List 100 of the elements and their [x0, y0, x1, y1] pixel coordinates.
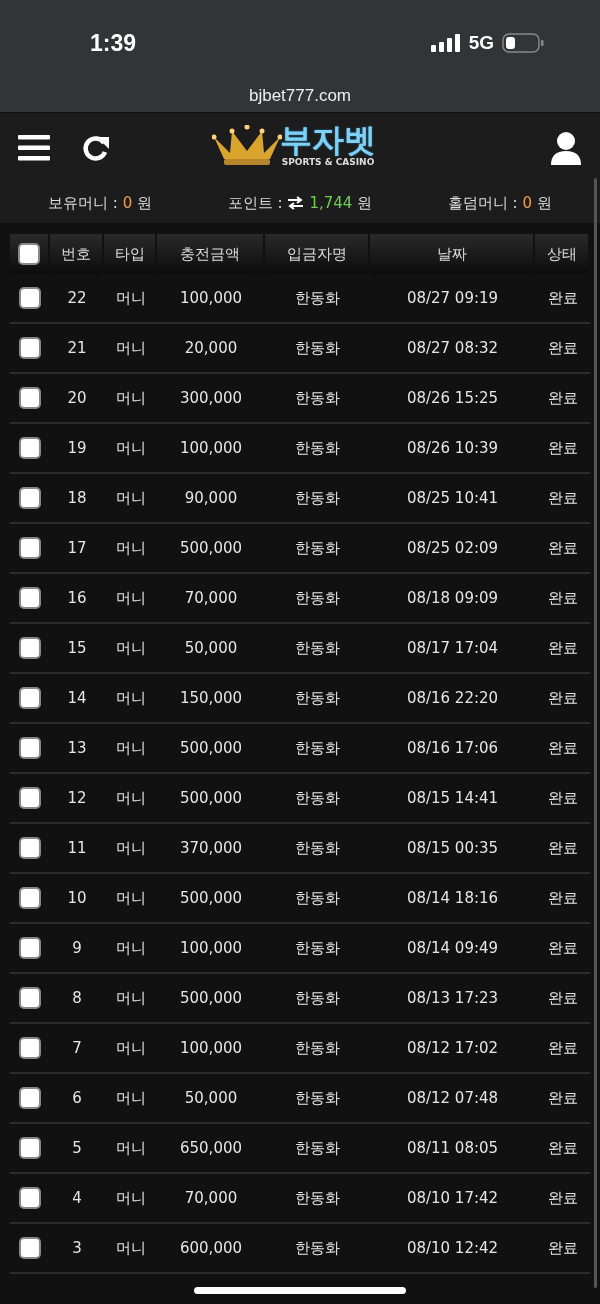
row-checkbox[interactable]: [19, 537, 41, 559]
table-cell: 완료: [547, 838, 578, 858]
row-checkbox[interactable]: [19, 487, 41, 509]
table-cell: 한동화: [295, 638, 340, 658]
table-cell: 완료: [547, 588, 578, 608]
table-cell: 100,000: [180, 939, 242, 957]
row-checkbox[interactable]: [19, 1237, 41, 1259]
table-cell: 70,000: [184, 589, 238, 607]
row-checkbox[interactable]: [19, 787, 41, 809]
table-cell: 머니: [115, 1138, 146, 1158]
balance-label: 보유머니 :: [48, 193, 118, 213]
balance-value: 0: [522, 194, 532, 212]
table-cell: 08/10 17:42: [406, 1189, 499, 1207]
table-cell: 머니: [115, 288, 146, 308]
table-cell: 08/26 10:39: [406, 439, 499, 457]
logo-text: 부자벳: [280, 123, 376, 157]
network-label: 5G: [468, 32, 494, 54]
table-cell: 완료: [547, 1088, 578, 1108]
table-cell: 08/18 09:09: [406, 589, 499, 607]
column-header: 입금자명: [286, 244, 347, 264]
table-cell: 한동화: [295, 1188, 340, 1208]
row-checkbox[interactable]: [19, 687, 41, 709]
status-time: 1:39: [90, 29, 137, 57]
table-cell: 20,000: [184, 339, 238, 357]
row-checkbox[interactable]: [19, 287, 41, 309]
table-cell: 완료: [547, 688, 578, 708]
table-cell: 500,000: [180, 739, 242, 757]
table-cell: 완료: [547, 1238, 578, 1258]
row-checkbox[interactable]: [19, 987, 41, 1009]
table-cell: 08/14 09:49: [406, 939, 499, 957]
table-cell: 08/13 17:23: [406, 989, 499, 1007]
table-cell: 18: [67, 489, 87, 507]
row-checkbox[interactable]: [19, 837, 41, 859]
table-cell: 500,000: [180, 789, 242, 807]
table-cell: 100,000: [180, 1039, 242, 1057]
table-cell: 08/16 17:06: [406, 739, 499, 757]
row-checkbox[interactable]: [19, 437, 41, 459]
table-cell: 한동화: [295, 538, 340, 558]
balance-unit: 원: [357, 193, 373, 213]
table-cell: 머니: [115, 1088, 146, 1108]
menu-icon[interactable]: [18, 135, 50, 161]
table-cell: 100,000: [180, 439, 242, 457]
table-cell: 13: [67, 739, 87, 757]
table-cell: 14: [67, 689, 87, 707]
table-cell: 19: [67, 439, 87, 457]
table-cell: 한동화: [295, 938, 340, 958]
refresh-icon[interactable]: [82, 134, 110, 162]
table-cell: 08/15 00:35: [406, 839, 499, 857]
table-cell: 08/17 17:04: [406, 639, 499, 657]
table-cell: 08/27 08:32: [406, 339, 499, 357]
table-cell: 50,000: [184, 639, 238, 657]
url-text[interactable]: bjbet777.com: [248, 86, 352, 106]
row-checkbox[interactable]: [19, 1037, 41, 1059]
table-cell: 08/12 17:02: [406, 1039, 499, 1057]
table-cell: 한동화: [295, 588, 340, 608]
column-header: 충전금액: [180, 244, 240, 264]
table-cell: 500,000: [180, 539, 242, 557]
table-cell: 08/27 09:19: [406, 289, 499, 307]
row-checkbox[interactable]: [19, 1137, 41, 1159]
table-cell: 한동화: [295, 988, 340, 1008]
balance-unit: 원: [137, 193, 153, 213]
table-cell: 6: [72, 1089, 82, 1107]
table-cell: 08/16 22:20: [406, 689, 499, 707]
table-cell: 15: [67, 639, 87, 657]
table-cell: 9: [72, 939, 82, 957]
table-cell: 5: [72, 1139, 82, 1157]
row-checkbox[interactable]: [19, 337, 41, 359]
table-cell: 한동화: [295, 288, 340, 308]
crown-icon: [212, 125, 282, 167]
table-cell: 4: [72, 1189, 82, 1207]
table-cell: 머니: [115, 588, 146, 608]
row-checkbox[interactable]: [19, 587, 41, 609]
row-checkbox[interactable]: [19, 387, 41, 409]
row-checkbox[interactable]: [19, 887, 41, 909]
table-cell: 7: [72, 1039, 82, 1057]
table-cell: 70,000: [184, 1189, 238, 1207]
select-all-checkbox[interactable]: [18, 243, 40, 265]
table-cell: 22: [67, 289, 87, 307]
exchange-icon[interactable]: [287, 196, 305, 210]
table-cell: 500,000: [180, 889, 242, 907]
balance-label: 홀덤머니 :: [447, 193, 518, 213]
balance-unit: 원: [537, 193, 552, 213]
table-cell: 20: [67, 389, 87, 407]
table-cell: 완료: [547, 1138, 578, 1158]
user-icon[interactable]: [550, 131, 582, 165]
row-checkbox[interactable]: [19, 1087, 41, 1109]
table-cell: 300,000: [180, 389, 242, 407]
table-cell: 한동화: [295, 438, 340, 458]
table-cell: 완료: [547, 438, 578, 458]
signal-icon: [430, 34, 461, 52]
table-cell: 100,000: [180, 289, 242, 307]
row-checkbox[interactable]: [19, 737, 41, 759]
table-cell: 08/25 02:09: [406, 539, 499, 557]
table-cell: 08/10 12:42: [406, 1239, 499, 1257]
row-checkbox[interactable]: [19, 1187, 41, 1209]
table-cell: 3: [72, 1239, 82, 1257]
table-cell: 한동화: [295, 888, 340, 908]
row-checkbox[interactable]: [19, 937, 41, 959]
row-checkbox[interactable]: [19, 637, 41, 659]
table-cell: 10: [67, 889, 87, 907]
